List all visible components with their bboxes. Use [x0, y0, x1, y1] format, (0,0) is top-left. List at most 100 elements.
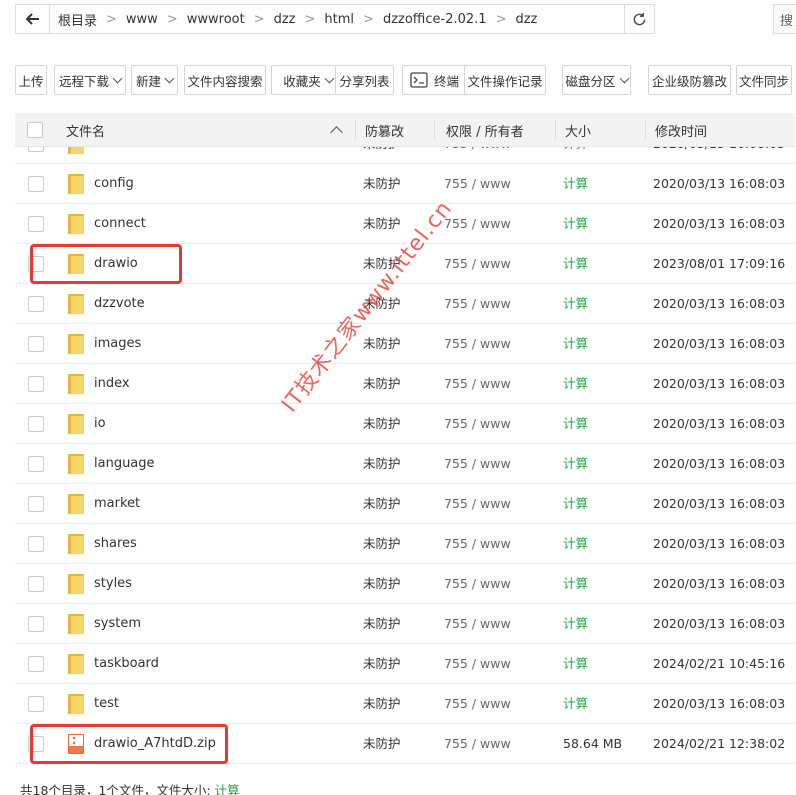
search-input[interactable]: 搜: [773, 4, 796, 34]
toolbar-button[interactable]: 文件内容搜索: [184, 65, 266, 95]
permission-owner[interactable]: 755 / www: [444, 284, 511, 324]
permission-owner[interactable]: 755 / www: [444, 564, 511, 604]
toolbar-button[interactable]: 文件操作记录: [464, 65, 546, 95]
row-checkbox[interactable]: [28, 216, 44, 232]
size-calc-link[interactable]: 计算: [563, 484, 588, 524]
table-row[interactable]: config 未防护 755 / www 计算 2020/03/13 16:08:03: [15, 164, 795, 204]
table-row[interactable]: io 未防护 755 / www 计算 2020/03/13 16:08:03: [15, 404, 795, 444]
size-calc-link[interactable]: 计算: [563, 164, 588, 204]
row-checkbox[interactable]: [28, 696, 44, 712]
protect-status[interactable]: 未防护: [363, 284, 401, 324]
file-name[interactable]: images: [94, 324, 141, 364]
size-calc-link[interactable]: 计算: [563, 444, 588, 484]
breadcrumb-item[interactable]: dzz: [515, 12, 537, 27]
size-calc-link[interactable]: 计算: [563, 244, 588, 284]
protect-status[interactable]: 未防护: [363, 444, 401, 484]
row-checkbox[interactable]: [28, 656, 44, 672]
protect-status[interactable]: 未防护: [363, 404, 401, 444]
size-calc-link[interactable]: 计算: [563, 404, 588, 444]
protect-status[interactable]: 未防护: [363, 364, 401, 404]
permission-owner[interactable]: 755 / www: [444, 404, 511, 444]
table-row[interactable]: test 未防护 755 / www 计算 2020/03/13 16:08:03: [15, 684, 795, 724]
row-checkbox[interactable]: [28, 456, 44, 472]
toolbar-button[interactable]: 终端: [402, 65, 467, 95]
protect-status[interactable]: 未防护: [363, 644, 401, 684]
file-name[interactable]: io: [94, 404, 106, 444]
permission-owner[interactable]: 755 / www: [444, 484, 511, 524]
file-name[interactable]: test: [94, 684, 119, 724]
permission-owner[interactable]: 755 / www: [444, 147, 511, 164]
permission-owner[interactable]: 755 / www: [444, 164, 511, 204]
breadcrumb-item[interactable]: html: [324, 12, 354, 27]
file-name[interactable]: common: [94, 147, 151, 164]
protect-status[interactable]: 未防护: [363, 204, 401, 244]
protect-status[interactable]: 未防护: [363, 324, 401, 364]
table-row[interactable]: market 未防护 755 / www 计算 2020/03/13 16:08:03: [15, 484, 795, 524]
file-name[interactable]: language: [94, 444, 155, 484]
file-name[interactable]: shares: [94, 524, 137, 564]
permission-owner[interactable]: 755 / www: [444, 604, 511, 644]
row-checkbox[interactable]: [28, 176, 44, 192]
permission-owner[interactable]: 755 / www: [444, 724, 511, 764]
breadcrumb-item[interactable]: dzz: [274, 12, 296, 27]
file-name[interactable]: market: [94, 484, 140, 524]
sort-asc-icon[interactable]: [330, 113, 343, 147]
protect-status[interactable]: 未防护: [363, 164, 401, 204]
size-calc-link[interactable]: 计算: [563, 324, 588, 364]
permission-owner[interactable]: 755 / www: [444, 444, 511, 484]
table-row[interactable]: common 未防护 755 / www 计算 2020/03/13 16:08:03: [15, 147, 795, 164]
permission-owner[interactable]: 755 / www: [444, 644, 511, 684]
back-button[interactable]: [16, 5, 50, 33]
select-all-checkbox[interactable]: [27, 113, 43, 147]
size-calc-link[interactable]: 计算: [563, 284, 588, 324]
table-row[interactable]: shares 未防护 755 / www 计算 2020/03/13 16:08:03: [15, 524, 795, 564]
table-row[interactable]: connect 未防护 755 / www 计算 2020/03/13 16:08:03: [15, 204, 795, 244]
row-checkbox[interactable]: [28, 616, 44, 632]
protect-status[interactable]: 未防护: [363, 564, 401, 604]
table-row[interactable]: system 未防护 755 / www 计算 2020/03/13 16:08:03: [15, 604, 795, 644]
table-row[interactable]: images 未防护 755 / www 计算 2020/03/13 16:08:03: [15, 324, 795, 364]
table-row[interactable]: taskboard 未防护 755 / www 计算 2024/02/21 10:45:…: [15, 644, 795, 684]
permission-owner[interactable]: 755 / www: [444, 244, 511, 284]
row-checkbox[interactable]: [28, 576, 44, 592]
breadcrumb-item[interactable]: wwwroot: [187, 12, 245, 27]
row-checkbox[interactable]: [28, 536, 44, 552]
table-row[interactable]: language 未防护 755 / www 计算 2020/03/13 16:08:0…: [15, 444, 795, 484]
protect-status[interactable]: 未防护: [363, 484, 401, 524]
protect-status[interactable]: 未防护: [363, 147, 401, 164]
refresh-button[interactable]: [624, 5, 654, 33]
permission-owner[interactable]: 755 / www: [444, 524, 511, 564]
toolbar-button[interactable]: 磁盘分区: [562, 65, 631, 95]
column-size[interactable]: 大小: [565, 113, 591, 147]
table-row[interactable]: index 未防护 755 / www 计算 2020/03/13 16:08:03: [15, 364, 795, 404]
protect-status[interactable]: 未防护: [363, 724, 401, 764]
toolbar-button[interactable]: 企业级防篡改: [648, 65, 731, 95]
table-row[interactable]: styles 未防护 755 / www 计算 2020/03/13 16:08:03: [15, 564, 795, 604]
protect-status[interactable]: 未防护: [363, 244, 401, 284]
size-calc-link[interactable]: 计算: [563, 604, 588, 644]
breadcrumb-item[interactable]: dzzoffice-2.02.1: [383, 12, 487, 27]
protect-status[interactable]: 未防护: [363, 604, 401, 644]
size-calc-link[interactable]: 计算: [563, 204, 588, 244]
breadcrumb-item[interactable]: www: [126, 12, 158, 27]
row-checkbox[interactable]: [28, 147, 44, 152]
file-name[interactable]: config: [94, 164, 134, 204]
toolbar-button[interactable]: 上传: [15, 65, 47, 95]
file-name[interactable]: connect: [94, 204, 146, 244]
row-checkbox[interactable]: [28, 416, 44, 432]
file-name[interactable]: styles: [94, 564, 132, 604]
file-name[interactable]: index: [94, 364, 130, 404]
permission-owner[interactable]: 755 / www: [444, 204, 511, 244]
size-calc-link[interactable]: 计算: [563, 644, 588, 684]
toolbar-button[interactable]: 收藏夹: [271, 65, 345, 95]
toolbar-button[interactable]: 文件同步: [736, 65, 792, 95]
row-checkbox[interactable]: [28, 336, 44, 352]
file-name[interactable]: system: [94, 604, 141, 644]
row-checkbox[interactable]: [28, 376, 44, 392]
column-name[interactable]: 文件名: [66, 113, 105, 147]
file-name[interactable]: taskboard: [94, 644, 159, 684]
breadcrumb-item[interactable]: 根目录: [58, 10, 97, 29]
toolbar-button[interactable]: 新建: [131, 65, 178, 95]
column-mtime[interactable]: 修改时间: [655, 113, 707, 147]
column-perm[interactable]: 权限 / 所有者: [446, 113, 524, 147]
